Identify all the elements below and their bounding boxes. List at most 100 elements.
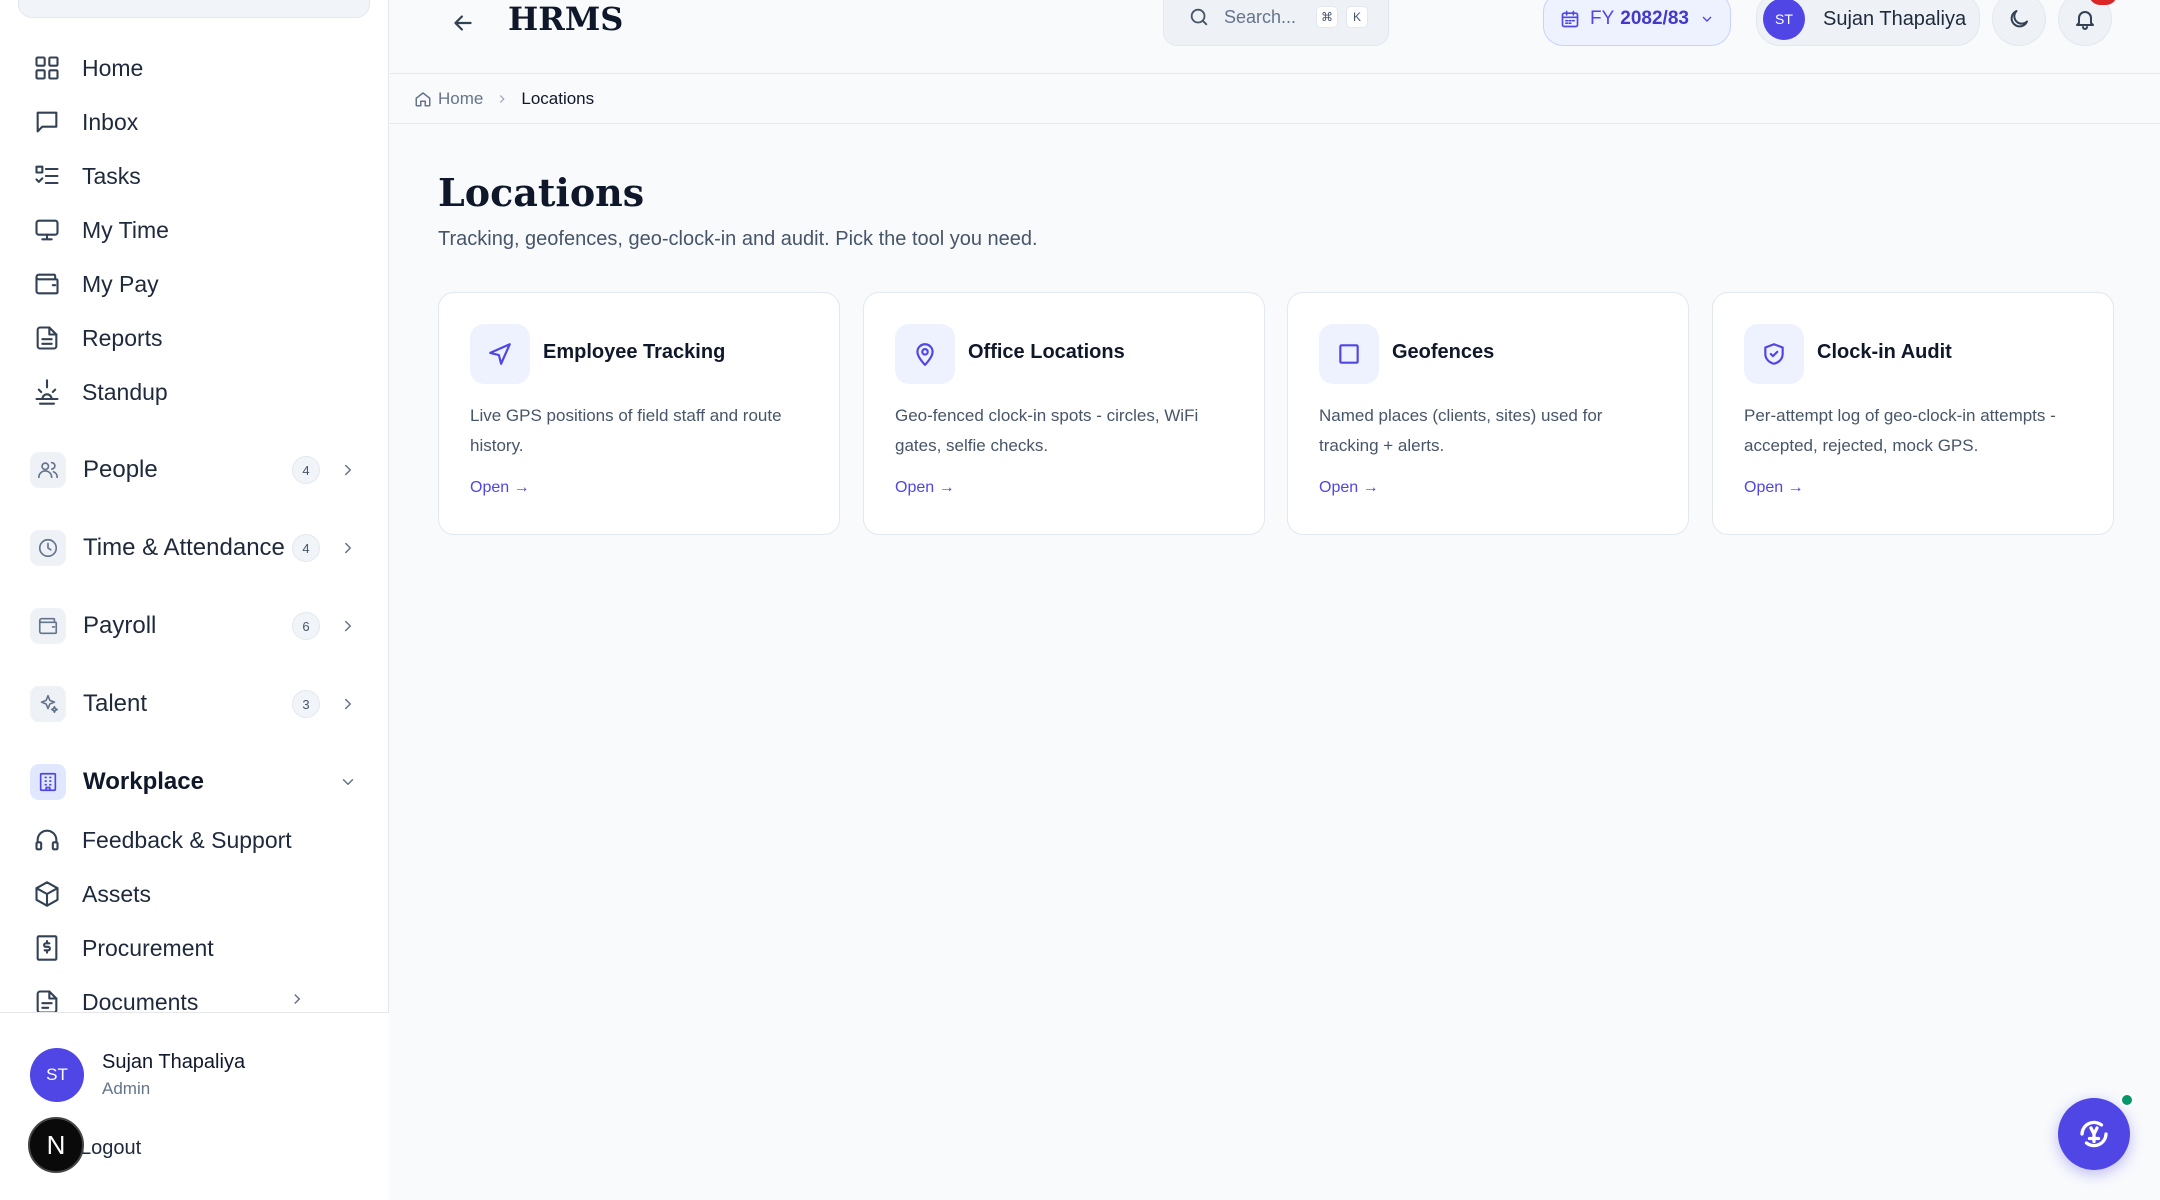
count-badge: 6 — [292, 612, 320, 640]
avatar: ST — [1763, 0, 1805, 40]
sidebar-item-label: Inbox — [82, 108, 139, 135]
card-employee-tracking[interactable]: Employee Tracking Live GPS positions of … — [438, 292, 840, 535]
card-clock-in-audit[interactable]: Clock-in Audit Per-attempt log of geo-cl… — [1712, 292, 2114, 535]
sidebar-item-label: Assets — [82, 880, 152, 907]
search-icon — [1190, 8, 1208, 26]
sparkle-bot-icon — [2080, 1120, 2108, 1148]
sidebar-group-workplace[interactable]: Workplace — [30, 760, 360, 804]
card-open-link[interactable]: Open → — [1319, 479, 1379, 497]
sidebar-item-label: Feedback & Support — [82, 826, 292, 853]
sidebar-item-my-pay[interactable]: My Pay — [32, 262, 159, 306]
page-title: Locations — [438, 170, 645, 215]
sidebar-item-tasks[interactable]: Tasks — [32, 154, 141, 198]
breadcrumb-current: Locations — [521, 88, 595, 108]
bell-icon — [2076, 11, 2094, 30]
sidebar-item-label: Tasks — [82, 162, 141, 189]
sidebar-group-time-attendance[interactable]: Time & Attendance 4 — [30, 526, 360, 570]
avatar[interactable]: ST — [30, 1048, 84, 1102]
sidebar-item-label: Reports — [82, 324, 163, 351]
breadcrumb: Home Locations — [390, 74, 2160, 124]
chevron-right-icon — [336, 458, 360, 482]
sidebar-group-payroll[interactable]: Payroll 6 — [30, 604, 360, 648]
users-icon — [30, 452, 66, 488]
sidebar-item-label: My Time — [82, 216, 169, 243]
chevron-down-icon — [1702, 16, 1712, 22]
shortcut-key: ⌘ — [1316, 6, 1339, 28]
card-title: Clock-in Audit — [1817, 341, 1952, 363]
monitor-icon — [32, 215, 62, 245]
profile-name: Sujan Thapaliya — [1823, 7, 1967, 30]
count-badge: 3 — [292, 690, 320, 718]
top-header: HRMS Search... ⌘ K FY 2082/83 ST Sujan T… — [390, 0, 2160, 74]
app-root: Home Inbox Tasks My Time My Pay Reports — [0, 0, 2160, 1200]
sidebar-group-label: People — [83, 456, 158, 483]
grid-icon — [32, 53, 62, 83]
checklist-icon — [32, 161, 62, 191]
card-open-link[interactable]: Open → — [1744, 479, 1804, 497]
theme-toggle-button[interactable] — [1992, 0, 2046, 46]
sidebar-item-documents[interactable]: Documents — [32, 980, 342, 1012]
moon-icon — [2010, 10, 2028, 28]
chevron-right-icon — [500, 94, 505, 103]
logout-button[interactable]: Logout — [80, 1137, 141, 1160]
page-subtitle: Tracking, geofences, geo-clock-in and au… — [438, 228, 1038, 250]
sidebar-item-inbox[interactable]: Inbox — [32, 100, 138, 144]
document-icon — [32, 987, 62, 1012]
back-button[interactable] — [446, 6, 480, 40]
sidebar: Home Inbox Tasks My Time My Pay Reports — [0, 0, 389, 1200]
sidebar-group-talent[interactable]: Talent 3 — [30, 682, 360, 726]
sidebar-item-standup[interactable]: Standup — [32, 370, 168, 414]
shortcut-key: K — [1346, 6, 1369, 28]
card-description: Named places (clients, sites) used for t… — [1319, 406, 1603, 455]
sidebar-item-label: My Pay — [82, 270, 159, 297]
fiscal-year-label: FY — [1590, 8, 1615, 29]
chevron-right-icon — [336, 614, 360, 638]
card-geofences[interactable]: Geofences Named places (clients, sites) … — [1287, 292, 1689, 535]
box-icon — [32, 879, 62, 909]
sidebar-item-label: Documents — [82, 988, 199, 1013]
fiscal-year-value: 2082/83 — [1620, 8, 1689, 29]
navigation-icon — [470, 324, 530, 384]
card-title: Geofences — [1392, 341, 1495, 363]
sidebar-item-feedback-support[interactable]: Feedback & Support — [32, 818, 292, 862]
sidebar-group-label: Payroll — [83, 612, 157, 639]
card-title: Employee Tracking — [543, 341, 726, 363]
sidebar-footer: ST Sujan Thapaliya Admin Logout N — [0, 1012, 389, 1200]
wallet-icon — [30, 608, 66, 644]
profile-menu[interactable]: ST Sujan Thapaliya — [1756, 0, 1980, 46]
sidebar-item-reports[interactable]: Reports — [32, 316, 163, 360]
sidebar-item-procurement[interactable]: Procurement — [32, 926, 214, 970]
card-open-link[interactable]: Open → — [470, 479, 530, 497]
card-office-locations[interactable]: Office Locations Geo-fenced clock-in spo… — [863, 292, 1265, 535]
wallet-icon — [32, 269, 62, 299]
count-badge: 4 — [292, 456, 320, 484]
fiscal-year-selector[interactable]: FY 2082/83 — [1543, 0, 1731, 46]
arrow-left-icon — [454, 15, 472, 31]
card-description: Geo-fenced clock-in spots - circles, WiF… — [895, 406, 1199, 455]
sunrise-icon — [32, 377, 62, 407]
sidebar-group-people[interactable]: People 4 — [30, 448, 360, 492]
card-open-link[interactable]: Open → — [895, 479, 955, 497]
chevron-down-icon — [336, 770, 360, 794]
clock-icon — [30, 530, 66, 566]
sidebar-nav[interactable]: Home Inbox Tasks My Time My Pay Reports — [0, 0, 389, 1012]
sidebar-item-home[interactable]: Home — [32, 46, 143, 90]
card-description: Per-attempt log of geo-clock-in attempts… — [1744, 406, 2056, 455]
nextjs-devtools-button[interactable]: N — [28, 1117, 84, 1173]
chevron-right-icon — [336, 536, 360, 560]
sidebar-item-my-time[interactable]: My Time — [32, 208, 169, 252]
sidebar-item-label: Home — [82, 54, 144, 81]
chevron-right-icon — [336, 692, 360, 716]
breadcrumb-home-link[interactable]: Home — [438, 89, 483, 109]
headset-icon — [32, 825, 62, 855]
notifications-button[interactable]: 13 — [2058, 0, 2117, 46]
assistant-chat-button[interactable] — [2058, 1098, 2130, 1170]
search-placeholder: Search... — [1224, 6, 1297, 27]
sparkles-icon — [30, 686, 66, 722]
square-icon — [1319, 324, 1379, 384]
user-role: Admin — [102, 1079, 151, 1098]
sidebar-group-label: Workplace — [83, 768, 204, 795]
sidebar-item-assets[interactable]: Assets — [32, 872, 151, 916]
building-icon — [30, 764, 66, 800]
search-input[interactable]: Search... ⌘ K — [1163, 0, 1389, 46]
